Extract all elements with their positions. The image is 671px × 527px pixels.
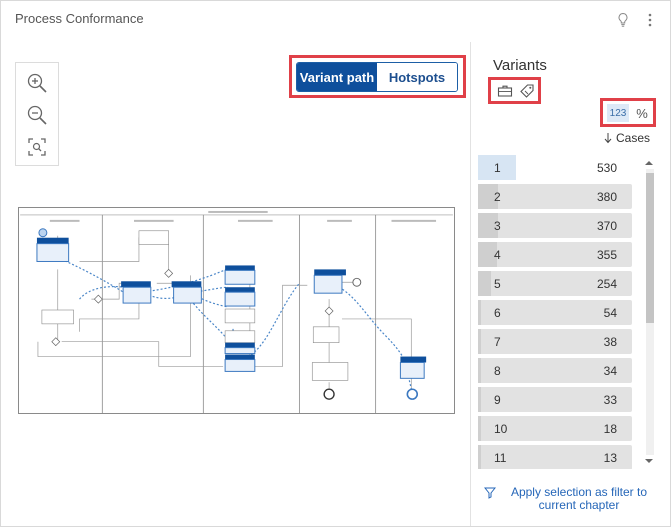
zoom-in-icon[interactable] [25,71,49,95]
variant-case-count: 13 [603,451,617,465]
kebab-menu-icon[interactable] [643,12,657,28]
variant-case-count: 380 [596,190,617,204]
variant-rank: 6 [494,306,501,320]
variant-row[interactable]: 5 254 [478,271,632,296]
variant-row[interactable]: 9 33 [478,387,632,412]
scroll-down-icon[interactable] [644,457,654,465]
variants-title: Variants [493,57,547,74]
process-diagram[interactable] [18,207,455,414]
variant-rank: 1 [494,161,501,175]
variant-share-bar [478,271,491,296]
variant-case-count: 38 [603,335,617,349]
percent-format-button[interactable]: % [633,104,651,122]
variant-case-count: 18 [603,422,617,436]
zoom-out-icon[interactable] [25,103,49,127]
variant-rank: 7 [494,335,501,349]
cases-label: Cases [616,131,651,145]
fit-to-screen-icon[interactable] [25,135,49,159]
variant-share-bar [478,300,481,325]
variant-row[interactable]: 2 380 [478,184,632,209]
variant-rank: 2 [494,190,501,204]
variants-list: 1 530 2 380 3 370 4 355 5 254 6 54 7 38 8 34 9 33 10 18 11 13 [478,155,634,469]
cases-column-header[interactable]: Cases [604,131,650,145]
tag-icon[interactable] [519,83,535,99]
variant-rank: 11 [494,451,507,465]
sort-down-icon [604,133,612,144]
hotspots-button[interactable]: Hotspots [377,63,457,91]
variant-row[interactable]: 1 530 [478,155,632,180]
variant-row[interactable]: 6 54 [478,300,632,325]
variant-row[interactable]: 3 370 [478,213,632,238]
scroll-up-icon[interactable] [644,159,654,167]
variant-case-count: 54 [603,306,617,320]
variant-rank: 5 [494,277,501,291]
variant-row[interactable]: 10 18 [478,416,632,441]
scroll-thumb[interactable] [646,173,654,323]
variant-share-bar [478,329,481,354]
variant-case-count: 370 [596,219,617,233]
panel-divider [470,42,471,526]
apply-filter-link[interactable]: Apply selection as filter to current cha… [484,486,664,512]
variants-scrollbar[interactable] [642,155,656,469]
variant-case-count: 254 [596,277,617,291]
variant-rank: 8 [494,364,501,378]
apply-filter-label: Apply selection as filter to current cha… [510,485,648,512]
variant-rank: 10 [494,422,508,436]
variant-case-count: 34 [603,364,617,378]
filter-icon [484,487,496,499]
count-format-button[interactable]: 123 [607,104,629,122]
variant-rank: 3 [494,219,501,233]
variant-case-count: 530 [596,161,617,175]
variant-rank: 4 [494,248,501,262]
variant-path-button[interactable]: Variant path [297,63,377,91]
variant-row[interactable]: 4 355 [478,242,632,267]
variant-share-bar [478,445,481,469]
variant-rank: 9 [494,393,501,407]
variant-share-bar [478,416,481,441]
variant-case-count: 33 [603,393,617,407]
variant-row[interactable]: 7 38 [478,329,632,354]
variant-share-bar [478,358,481,383]
variant-row[interactable]: 11 13 [478,445,632,469]
variant-case-count: 355 [596,248,617,262]
zoom-controls [15,62,59,166]
panel-title: Process Conformance [15,11,144,26]
view-mode-toggle: Variant path Hotspots [296,62,458,92]
lightbulb-icon[interactable] [616,12,630,28]
briefcase-icon[interactable] [497,83,513,99]
variant-row[interactable]: 8 34 [478,358,632,383]
variant-share-bar [478,387,481,412]
